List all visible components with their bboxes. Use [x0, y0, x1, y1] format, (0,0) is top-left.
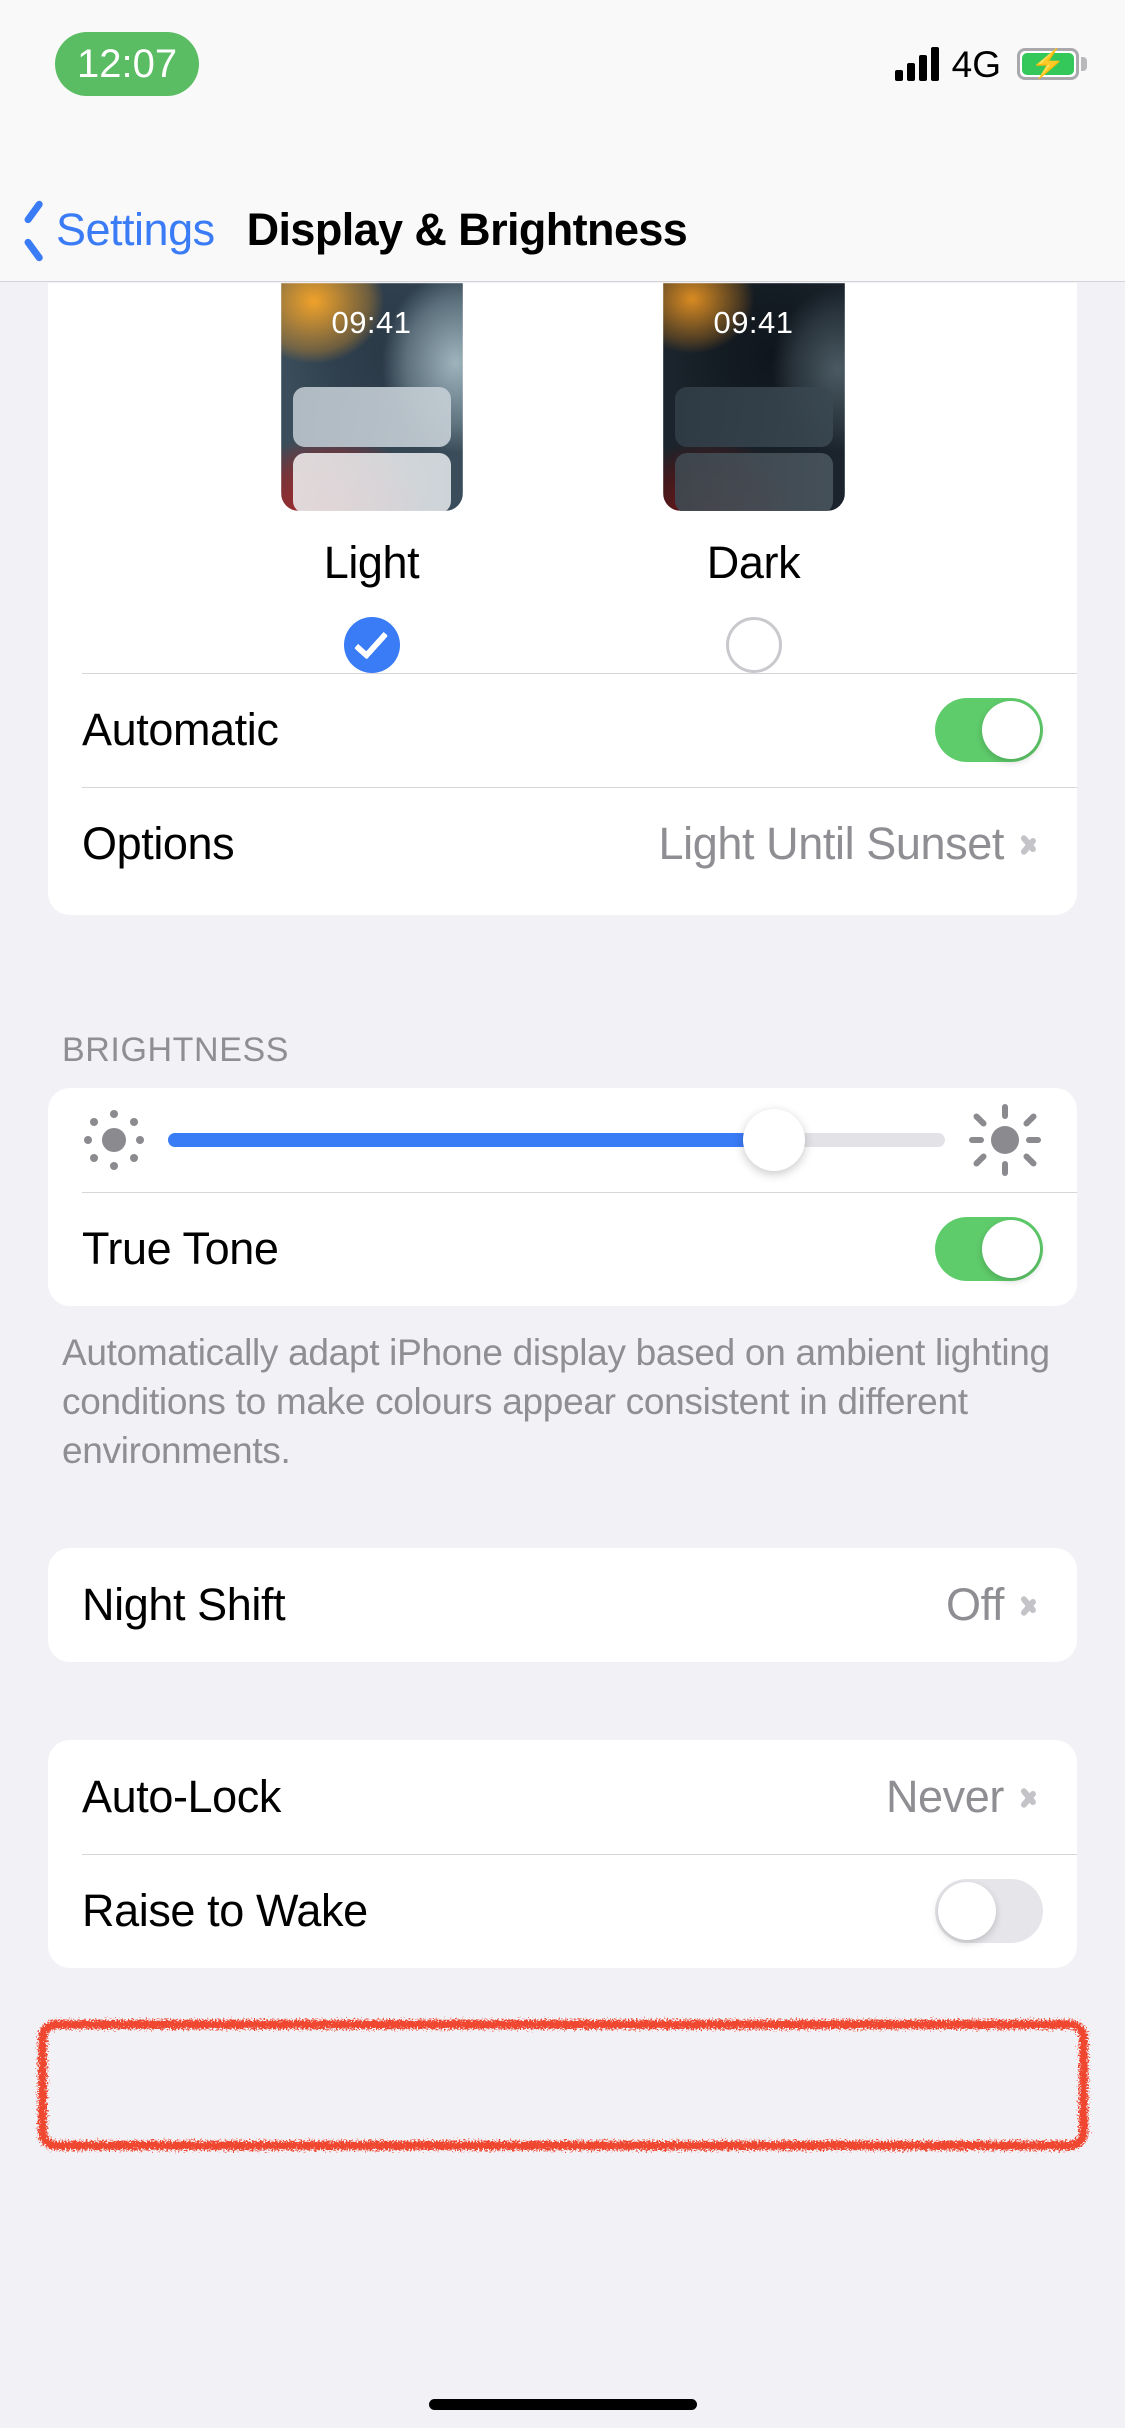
page-title: Display & Brightness [246, 203, 688, 255]
status-indicators: 4G ⚡ [894, 36, 1087, 92]
network-type-label: 4G [951, 43, 1001, 85]
home-indicator [428, 2399, 697, 2410]
brightness-section-header: BRIGHTNESS [62, 1031, 290, 1069]
chevron-right-icon [1022, 1591, 1037, 1619]
dark-mode-radio[interactable] [725, 617, 782, 673]
raise-to-wake-row[interactable]: Raise to Wake [48, 1853, 1077, 1968]
night-shift-value: Off [946, 1578, 1004, 1630]
back-button-label: Settings [56, 203, 215, 255]
chevron-left-icon [22, 207, 48, 253]
appearance-option-dark[interactable]: 09:41 Dark [662, 283, 845, 673]
options-row[interactable]: Options Light Until Sunset [48, 787, 1077, 901]
brightness-slider-row[interactable] [48, 1088, 1077, 1192]
automatic-label: Automatic [82, 704, 279, 755]
dark-preview-thumbnail[interactable]: 09:41 [662, 283, 845, 511]
true-tone-label: True Tone [82, 1223, 279, 1274]
battery-charging-icon: ⚡ [1017, 48, 1087, 80]
preview-notification-card [674, 387, 833, 447]
appearance-previews: 09:41 Light 09:41 Dark [48, 283, 1077, 673]
appearance-section: 09:41 Light 09:41 Dark Automatic Options… [48, 283, 1077, 915]
raise-to-wake-toggle[interactable] [935, 1878, 1043, 1943]
signal-bars-icon [894, 47, 939, 81]
status-bar: 12:07 4G ⚡ [0, 0, 1125, 178]
options-label: Options [82, 818, 235, 869]
iphone-screen: 12:07 4G ⚡ Settings Display & Brightness [0, 0, 1125, 2436]
dark-mode-label: Dark [706, 537, 801, 588]
light-preview-thumbnail[interactable]: 09:41 [280, 283, 463, 511]
brightness-section: True Tone [48, 1088, 1077, 1306]
dark-preview-clock: 09:41 [713, 305, 794, 340]
sun-high-icon [969, 1104, 1041, 1176]
night-shift-section: Night Shift Off [48, 1547, 1077, 1662]
preview-notification-card [292, 453, 451, 511]
brightness-slider-thumb[interactable] [743, 1109, 806, 1171]
settings-scroll-view[interactable]: 09:41 Light 09:41 Dark Automatic Options… [0, 283, 1125, 2436]
checkmark-icon [353, 623, 388, 660]
chevron-right-icon [1022, 830, 1037, 858]
brightness-slider[interactable] [168, 1109, 945, 1171]
back-button[interactable]: Settings [22, 204, 215, 256]
status-time: 12:07 [77, 41, 178, 86]
preview-notification-card [292, 387, 451, 447]
bottom-edge-strip [0, 2428, 1125, 2436]
true-tone-toggle[interactable] [935, 1217, 1043, 1281]
light-mode-label: Light [323, 537, 420, 588]
auto-lock-value: Never [885, 1770, 1004, 1822]
sun-low-icon [84, 1110, 144, 1170]
night-shift-label: Night Shift [82, 1578, 286, 1630]
true-tone-description: Automatically adapt iPhone display based… [62, 1332, 1050, 1472]
night-shift-value-group: Off [946, 1579, 1043, 1631]
true-tone-row[interactable]: True Tone [48, 1192, 1077, 1306]
appearance-option-light[interactable]: 09:41 Light [280, 283, 463, 673]
light-preview-clock: 09:41 [331, 305, 412, 340]
auto-lock-value-group: Never [886, 1771, 1043, 1823]
preview-notification-card [674, 453, 833, 511]
auto-lock-row[interactable]: Auto-Lock Never [48, 1740, 1077, 1854]
options-value: Light Until Sunset [658, 818, 1004, 869]
auto-lock-label: Auto-Lock [82, 1770, 282, 1822]
options-value-group: Light Until Sunset [658, 818, 1043, 870]
chevron-right-icon [1022, 1783, 1037, 1811]
light-mode-radio[interactable] [343, 617, 400, 673]
lock-section: Auto-Lock Never Raise to Wake [48, 1739, 1077, 1968]
raise-to-wake-label: Raise to Wake [82, 1884, 368, 1936]
automatic-row[interactable]: Automatic [48, 673, 1077, 787]
automatic-toggle[interactable] [935, 698, 1043, 762]
status-time-pill[interactable]: 12:07 [55, 32, 200, 96]
navigation-bar: Settings Display & Brightness [0, 178, 1125, 282]
night-shift-row[interactable]: Night Shift Off [48, 1548, 1077, 1662]
